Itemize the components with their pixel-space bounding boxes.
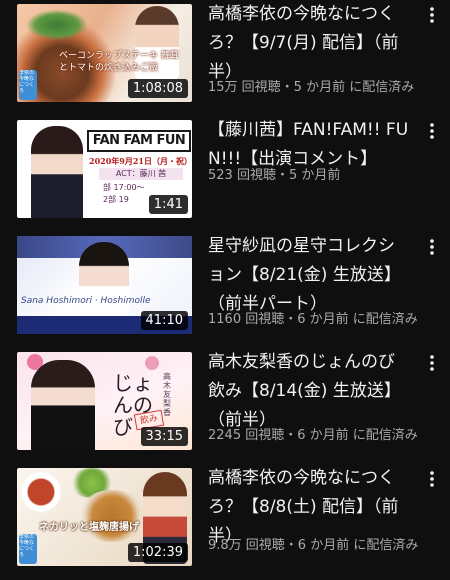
thumbnail-caption: ネカリッと塩麹唐揚げ [39, 522, 139, 533]
video-meta: 9.8万 回視聴・6 か月前 に配信済み [208, 538, 419, 553]
duration-badge: 1:41 [148, 195, 188, 214]
thumbnail-time: 部 17:00～ [103, 183, 145, 192]
video-item[interactable]: FAN FAM FUN 2020年9月21日（月・祝） ACT：藤川 茜 部 1… [0, 116, 450, 232]
video-item[interactable]: ベーコンラップステーキ 舞茸とトマトの炊き込みご飯 李依の今晩なにつくろ 1:0… [0, 0, 450, 116]
more-options-icon[interactable] [424, 350, 440, 376]
channel-badge: 李依の今晩なにつくろ [19, 70, 37, 100]
video-meta: 15万 回視聴・5 か月前 に配信済み [208, 80, 415, 95]
video-title[interactable]: 高木友梨香のじょんのび飲み【8/14(金) 生放送】（前半） [208, 348, 410, 435]
duration-badge: 41:10 [140, 311, 188, 330]
video-title[interactable]: 星守紗凪の星守コレクション【8/21(金) 生放送】（前半パート） [208, 232, 410, 319]
channel-badge: 李依の今晩なにつくろ [19, 534, 37, 564]
more-options-icon[interactable] [424, 466, 440, 492]
thumbnail-subtitle: 高木友梨香 [163, 372, 171, 417]
video-meta: 2245 回視聴・6 か月前 に配信済み [208, 428, 418, 443]
more-options-icon[interactable] [424, 118, 440, 144]
thumbnail-act: ACT：藤川 茜 [99, 168, 183, 180]
video-meta: 523 回視聴・5 か月前 [208, 168, 341, 183]
thumbnail-date: 2020年9月21日（月・祝） [89, 156, 192, 166]
video-meta: 1160 回視聴・6 か月前 に配信済み [208, 312, 418, 327]
more-options-icon[interactable] [424, 2, 440, 28]
duration-badge: 1:08:08 [127, 79, 188, 98]
video-item[interactable]: じょんのび 高木友梨香 飲み 33:15 高木友梨香のじょんのび飲み【8/14(… [0, 348, 450, 464]
video-thumbnail[interactable]: じょんのび 高木友梨香 飲み 33:15 [17, 352, 192, 450]
thumbnail-name: Sana Hoshimori · Hoshimolle [21, 296, 151, 306]
video-item[interactable]: ネカリッと塩麹唐揚げ 李依の今晩なにつくろ 1:02:39 高橋李依の今晩なにつ… [0, 464, 450, 580]
video-list: ベーコンラップステーキ 舞茸とトマトの炊き込みご飯 李依の今晩なにつくろ 1:0… [0, 0, 450, 572]
video-title[interactable]: 高橋李依の今晩なにつくろ？【9/7(月) 配信】（前半） [208, 0, 410, 87]
video-thumbnail[interactable]: Sana Hoshimori · Hoshimolle 41:10 [17, 236, 192, 334]
video-thumbnail[interactable]: ネカリッと塩麹唐揚げ 李依の今晩なにつくろ 1:02:39 [17, 468, 192, 566]
duration-badge: 1:02:39 [127, 543, 188, 562]
video-item[interactable]: Sana Hoshimori · Hoshimolle 41:10 星守紗凪の星… [0, 232, 450, 348]
video-thumbnail[interactable]: ベーコンラップステーキ 舞茸とトマトの炊き込みご飯 李依の今晩なにつくろ 1:0… [17, 4, 192, 102]
thumbnail-time: 2部 19 [103, 195, 129, 204]
thumbnail-caption: ベーコンラップステーキ 舞茸とトマトの炊き込みご飯 [59, 51, 179, 73]
more-options-icon[interactable] [424, 234, 440, 260]
thumbnail-logo: FAN FAM FUN [87, 130, 191, 152]
video-thumbnail[interactable]: FAN FAM FUN 2020年9月21日（月・祝） ACT：藤川 茜 部 1… [17, 120, 192, 218]
duration-badge: 33:15 [140, 427, 188, 446]
